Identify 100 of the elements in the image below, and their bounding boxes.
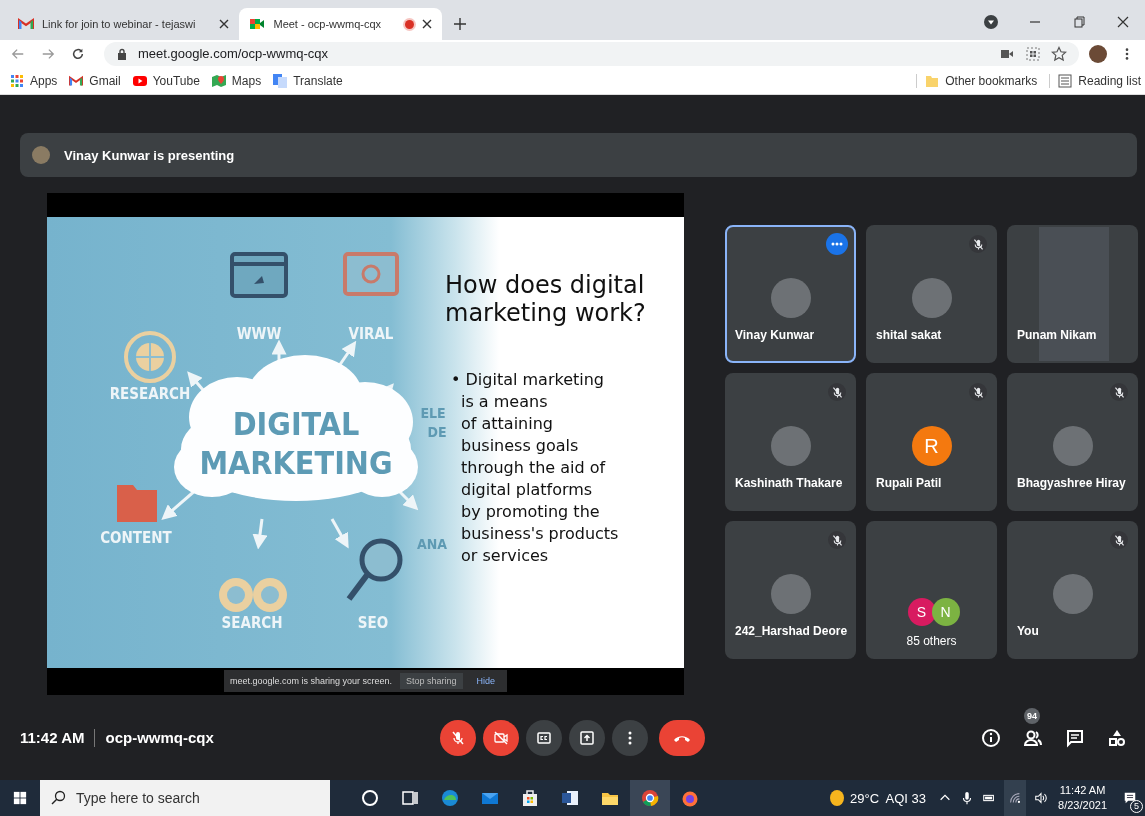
grid-icon[interactable] [1025,45,1041,62]
tab-title: Meet - ocp-wwmq-cqx [273,18,382,30]
present-screen-button[interactable] [569,719,605,756]
info-icon[interactable] [981,727,1001,748]
avatar-circle [1052,574,1093,614]
apps-grid-icon [10,73,24,88]
meeting-time: 11:42 AM [20,729,85,746]
bookmark-link[interactable]: Reading list [1049,73,1141,88]
camera-button[interactable] [483,719,519,756]
avatar-circle [1052,426,1093,466]
slide-heading: How does digital marketing work? [445,271,646,327]
windows-start-icon[interactable] [13,791,27,805]
speaker-icon[interactable] [1034,791,1049,805]
envelope-m-icon [18,16,34,32]
avatar-circle [911,278,952,318]
avatar-circle [770,278,811,318]
participant-name: Vinay Kunwar [734,327,816,342]
notification-count-badge: 5 [1130,800,1143,813]
diagram-label: RESEARCH [109,385,191,403]
star-icon[interactable] [1051,45,1067,62]
participant-name: Rupali Patil [875,475,943,490]
captions-icon [536,729,552,746]
initial-avatar: S [907,598,936,626]
participant-name: Kashinath Thakare [734,475,844,490]
meeting-code: ocp-wwmq-cqx [105,729,214,746]
search-icon [50,790,66,806]
participant-name: You [1016,623,1040,638]
participant-name: Punam Nikam [1016,327,1098,342]
magnifier-icon [346,538,403,601]
bookmark-link[interactable]: Maps [211,73,262,88]
envelope-m-icon [69,73,84,88]
back-arrow-icon[interactable] [11,46,25,61]
close-icon[interactable] [422,19,433,29]
diagram-label: SEARCH [221,614,283,632]
taskbar-date[interactable]: 8/23/2021 [1058,798,1107,813]
video-camera-icon [493,729,509,746]
captions-button[interactable] [526,719,562,756]
participant-name: Bhagyashree Hiray [1016,475,1127,490]
weather-text[interactable]: 29°C AQI 33 [850,790,927,806]
address-bar[interactable]: meet.google.com/ocp-wwmq-cqx [104,41,1079,66]
avatar-circle [770,426,811,466]
diagram-label: DE [427,424,447,440]
bookmark-link[interactable]: Gmail [69,73,121,88]
notification-icon[interactable] [1123,791,1137,805]
translate-icon [273,73,288,88]
diagram-label: MARKETING [199,444,393,482]
task-view-icon [400,788,420,808]
recording-dot-icon [405,19,415,29]
bookmark-link[interactable]: YouTube [132,73,200,88]
list-icon [1058,73,1073,88]
participant-count-badge: 94 [1024,707,1040,724]
reload-icon[interactable] [71,46,85,61]
avatar-circle [770,574,811,614]
binoculars-icon [219,578,287,612]
browser-tab[interactable]: Link for join to webinar - tejaswi [8,8,240,40]
participant-name: 242_Harshad Deore [734,623,849,638]
chat-icon[interactable] [1065,727,1085,748]
tab-title: Link for join to webinar - tejaswi [42,18,196,30]
participant-name: 85 others [906,633,957,648]
browser-tab[interactable]: Meet - ocp-wwmq-cqx [239,8,443,40]
more-options-button[interactable] [826,233,848,255]
wifi-icon[interactable] [1004,780,1027,816]
hide-button[interactable]: Hide [470,673,502,689]
initial-avatar: N [931,598,960,626]
sharing-message: meet.google.com is sharing your screen. [229,676,392,686]
map-pin-icon [211,73,226,88]
browser-icon [440,788,460,808]
close-icon[interactable] [219,19,230,29]
bookmark-link[interactable]: Other bookmarks [916,73,1038,88]
forward-arrow-icon[interactable] [41,46,55,61]
circle-icon [360,788,380,808]
document-icon [560,788,580,808]
play-button-icon [132,73,147,88]
folder-icon [117,485,157,522]
diagram-label: CONTENT [100,529,172,547]
leave-call-button[interactable] [659,719,705,756]
video-camera-icon [249,16,266,32]
shopping-bag-icon [520,788,540,808]
diagram-label: ELE [420,405,446,421]
stop-sharing-button[interactable]: Stop sharing [400,673,463,689]
browser-window-icon [230,252,288,298]
initial-avatar: R [911,426,952,466]
lock-icon [116,47,128,60]
close-icon[interactable] [1115,14,1131,30]
profile-avatar[interactable] [1089,44,1107,63]
new-tab-icon[interactable] [454,18,467,30]
bookmark-link[interactable]: Translate [273,73,343,88]
profile-dropdown-icon[interactable] [983,14,999,30]
taskbar-search-field[interactable]: Type here to search [40,780,330,816]
avatar-circle [32,146,50,164]
microphone-button[interactable] [440,719,476,756]
diagram-label: SEO [357,614,389,632]
bookmark-link[interactable]: Apps [10,73,58,88]
taskbar-time[interactable]: 11:42 AM [1059,783,1106,798]
microphone-icon [450,729,466,746]
restore-icon[interactable] [1071,14,1087,30]
video-frame-icon [343,252,399,296]
diagram-label: WWW [236,325,282,343]
diagram-label: ANA [417,536,447,552]
sun-icon [830,790,845,806]
